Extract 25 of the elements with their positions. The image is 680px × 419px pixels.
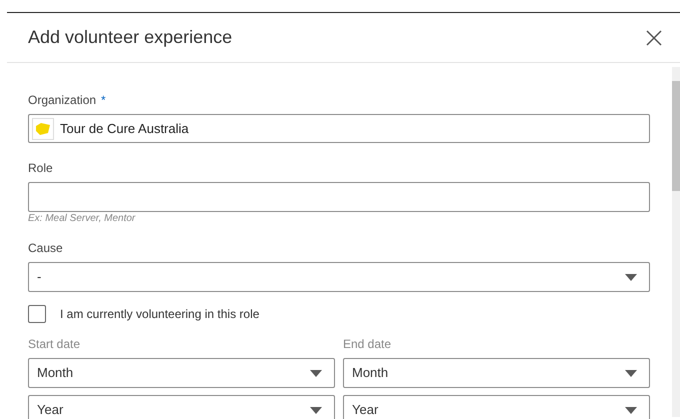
organization-field[interactable]: Tour de Cure Australia — [28, 114, 650, 143]
year-select[interactable]: Year — [343, 395, 650, 419]
caret-icon — [625, 406, 637, 414]
month-select[interactable]: Month — [343, 358, 650, 388]
checkbox[interactable] — [28, 305, 46, 323]
field-label: Role — [28, 160, 54, 177]
field-label: Organization — [28, 92, 96, 109]
dialog-title: Add volunteer experience — [28, 26, 232, 49]
logo-icon — [32, 118, 54, 140]
field-hint: Ex: Meal Server, Mentor — [28, 213, 136, 225]
checkbox-label: I am currently volunteering in this role — [60, 306, 260, 323]
required-mark: * — [101, 92, 106, 109]
caret-icon — [625, 370, 637, 376]
caret-icon — [310, 406, 322, 414]
scrollbar[interactable] — [672, 67, 680, 417]
caret-icon — [310, 370, 322, 376]
field-label: End date — [343, 336, 392, 353]
field-label: Start date — [28, 336, 82, 353]
year-select[interactable]: Year — [28, 395, 335, 419]
organization-value: Tour de Cure Australia — [60, 120, 189, 138]
caret-icon — [625, 274, 637, 280]
month-select[interactable]: Month — [28, 358, 335, 388]
field-label: Cause — [28, 240, 64, 257]
close-icon[interactable] — [646, 30, 662, 46]
cause-select[interactable]: - — [28, 262, 650, 292]
